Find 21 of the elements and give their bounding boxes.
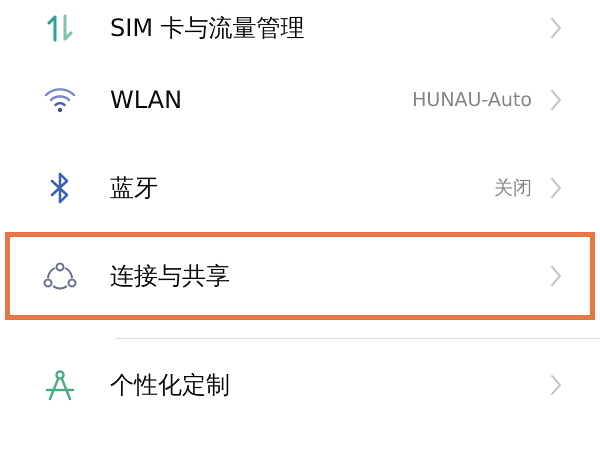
settings-row[interactable]: 连接与共享: [5, 232, 595, 320]
row-label: WLAN: [110, 86, 184, 114]
connected-circles-icon: [43, 262, 77, 290]
bluetooth-icon: [49, 172, 71, 204]
settings-row[interactable]: WLAN HUNAU-Auto: [5, 56, 595, 144]
chevron-right-icon: [550, 265, 562, 287]
row-value: HUNAU-Auto: [412, 89, 532, 111]
drafting-compass-icon: [44, 369, 76, 401]
row-label: 蓝牙: [110, 173, 159, 204]
row-label: SIM 卡与流量管理: [110, 13, 306, 44]
settings-row[interactable]: 蓝牙 关闭: [5, 144, 595, 232]
row-label: 个性化定制: [110, 370, 231, 401]
chevron-right-icon: [550, 177, 562, 199]
chevron-right-icon: [550, 374, 562, 396]
row-label: 连接与共享: [110, 261, 231, 292]
settings-row[interactable]: SIM 卡与流量管理: [5, 0, 595, 56]
chevron-right-icon: [550, 89, 562, 111]
chevron-right-icon: [550, 17, 562, 39]
wifi-icon: [44, 87, 76, 113]
row-value: 关闭: [494, 176, 532, 201]
settings-row[interactable]: 个性化定制: [5, 351, 595, 419]
